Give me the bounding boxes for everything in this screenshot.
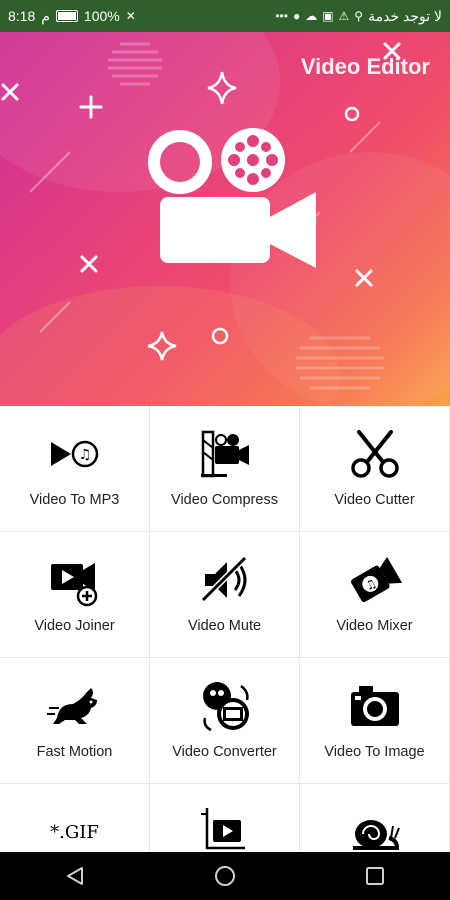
tool-label: Video Joiner: [34, 618, 115, 634]
usb-icon: ⚲: [354, 9, 364, 23]
tool-video-compress[interactable]: Video Compress: [150, 406, 300, 532]
tool-video-mute[interactable]: Video Mute: [150, 532, 300, 658]
header-banner: Video Editor: [0, 32, 450, 406]
tool-label: Video Compress: [171, 492, 278, 508]
tool-label: Fast Motion: [36, 744, 113, 760]
tool-video-mixer[interactable]: ♫ Video Mixer: [300, 532, 450, 658]
header-decorations: [1, 42, 401, 390]
tool-gif[interactable]: *.GIF: [0, 784, 150, 852]
video-crop-icon: [197, 804, 253, 852]
nav-home-button[interactable]: [201, 856, 249, 896]
status-ampm: م: [41, 7, 50, 24]
plus-decor: [79, 95, 103, 119]
navigation-bar: [0, 852, 450, 900]
more-icon: •••: [275, 9, 288, 23]
video-converter-icon: [197, 678, 253, 734]
tool-label: Video To Image: [324, 744, 425, 760]
sparkle-decor: [207, 71, 237, 105]
nav-back-button[interactable]: [51, 856, 99, 896]
stripes-decor: [296, 336, 384, 390]
circle-decor: [211, 327, 229, 345]
status-time: 8:18: [8, 8, 36, 24]
status-right: لا توجد خدمة ⚲ ⚠ ▣ ☁ ● •••: [275, 8, 442, 25]
mute-icon: [197, 552, 253, 608]
home-icon: [215, 866, 235, 886]
battery-icon: [55, 10, 78, 22]
tool-label: Video Cutter: [334, 492, 415, 508]
recents-icon: [366, 867, 384, 885]
warning-icon: ⚠: [338, 9, 350, 23]
tool-video-to-image[interactable]: Video To Image: [300, 658, 450, 784]
tool-grid: ♫ Video To MP3 Video Compress Video Cutt…: [0, 406, 450, 852]
cloud-icon: ☁: [305, 9, 318, 23]
messenger-icon: ●: [292, 9, 301, 23]
video-camera-logo: [148, 128, 316, 268]
tool-label: Video Mute: [187, 618, 262, 634]
tool-slow-motion[interactable]: [300, 784, 450, 852]
circle-decor: [344, 106, 360, 122]
tool-fast-motion[interactable]: Fast Motion: [0, 658, 150, 784]
stripes-decor: [108, 42, 162, 86]
app-notification-icon: ▣: [322, 9, 334, 23]
tool-video-crop[interactable]: [150, 784, 300, 852]
rabbit-icon: [46, 678, 103, 734]
back-icon: [67, 867, 83, 885]
battery-percent: 100%: [83, 8, 120, 24]
video-compress-icon: [197, 426, 253, 482]
status-bar: 8:18 م 100% ✕ لا توجد خدمة ⚲ ⚠ ▣ ☁ ● •••: [0, 0, 450, 32]
sparkle-decor: [147, 331, 177, 361]
camera-icon: [347, 678, 403, 734]
gif-icon: *.GIF: [47, 804, 103, 852]
tool-label: Video Converter: [172, 744, 277, 760]
tool-video-to-mp3[interactable]: ♫ Video To MP3: [0, 406, 150, 532]
mute-status-icon: ✕: [125, 9, 136, 23]
carrier-text: لا توجد خدمة: [368, 7, 442, 24]
scissors-icon: [347, 426, 403, 482]
status-left: 8:18 م 100% ✕: [8, 8, 136, 25]
app-title: Video Editor: [300, 54, 430, 79]
video-mixer-icon: ♫: [347, 552, 403, 608]
gif-icon-text: *.GIF: [50, 821, 99, 843]
video-to-mp3-icon: ♫: [47, 426, 103, 482]
tool-video-converter[interactable]: Video Converter: [150, 658, 300, 784]
video-joiner-icon: [47, 552, 103, 608]
tool-label: Video To MP3: [29, 492, 120, 508]
tool-video-cutter[interactable]: Video Cutter: [300, 406, 450, 532]
nav-recents-button[interactable]: [351, 856, 399, 896]
tool-video-joiner[interactable]: Video Joiner: [0, 532, 150, 658]
tool-label: Video Mixer: [336, 618, 413, 634]
snail-icon: [347, 804, 403, 852]
svg-text:♫: ♫: [78, 447, 91, 463]
